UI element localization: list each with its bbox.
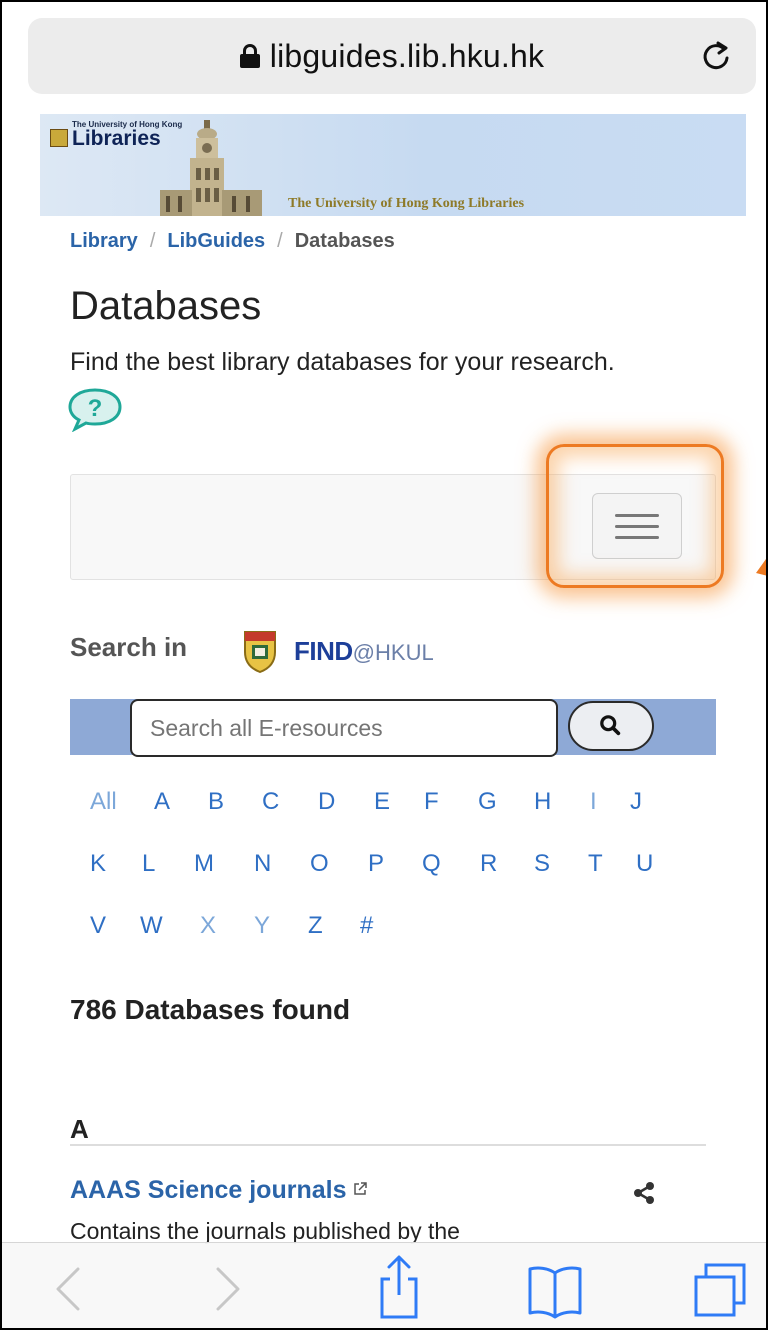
alpha-letter[interactable]: R	[480, 850, 497, 878]
alpha-letter: Y	[254, 912, 271, 939]
results-count: 786 Databases found	[70, 994, 351, 1025]
page-intro: Find the best library databases for your…	[70, 348, 615, 376]
crest-icon	[50, 129, 68, 147]
back-icon[interactable]	[24, 1243, 114, 1330]
alpha-all[interactable]: All	[90, 788, 117, 816]
breadcrumb: Library / LibGuides / Databases	[70, 230, 395, 253]
search-button[interactable]	[568, 701, 654, 751]
url-text: libguides.lib.hku.hk	[269, 38, 545, 74]
clock-tower-image	[160, 120, 262, 216]
alpha-letter[interactable]: D	[318, 788, 335, 816]
alpha-letter[interactable]: B	[208, 788, 224, 816]
database-link[interactable]: AAAS Science journals	[70, 1176, 368, 1205]
alpha-letter[interactable]: C	[262, 788, 279, 816]
tabs-icon[interactable]	[674, 1243, 764, 1330]
breadcrumb-separator: /	[149, 230, 156, 252]
alpha-letter[interactable]: T	[588, 850, 603, 878]
alpha-letter[interactable]: P	[368, 850, 384, 878]
breadcrumb-separator: /	[277, 230, 283, 252]
alpha-letter[interactable]: N	[254, 850, 271, 878]
section-letter-heading: A	[70, 1114, 89, 1144]
svg-text:?: ?	[88, 395, 103, 422]
alpha-letter[interactable]: G	[478, 788, 497, 816]
browser-toolbar	[2, 1242, 766, 1330]
forward-icon[interactable]	[182, 1243, 272, 1330]
page-title: Databases	[70, 284, 262, 328]
hku-crest-icon	[244, 631, 276, 674]
breadcrumb-libguides[interactable]: LibGuides	[167, 230, 265, 252]
alpha-letter[interactable]: K	[90, 850, 106, 878]
alpha-letter[interactable]: L	[142, 850, 155, 878]
alpha-letter[interactable]: M	[194, 850, 214, 878]
external-link-icon	[354, 1182, 368, 1195]
search-in-label: Search in	[70, 632, 188, 662]
search-input[interactable]	[130, 699, 558, 757]
alpha-letter: X	[200, 912, 217, 939]
alpha-letter[interactable]: H	[534, 788, 551, 816]
find-hkul-logo[interactable]: FIND@HKUL	[294, 636, 434, 667]
alpha-letter[interactable]: Q	[422, 850, 441, 878]
breadcrumb-library[interactable]: Library	[70, 230, 138, 252]
bookmarks-icon[interactable]	[510, 1243, 600, 1330]
alpha-letter[interactable]: V	[90, 912, 106, 940]
help-chat-icon[interactable]: ?	[66, 386, 124, 432]
search-icon	[600, 715, 621, 736]
alpha-letter[interactable]: #	[360, 912, 373, 940]
alpha-letter[interactable]: S	[534, 850, 550, 878]
alpha-letter[interactable]: W	[140, 912, 163, 940]
alpha-letter[interactable]: J	[630, 788, 642, 816]
annotation-arrow	[756, 559, 766, 576]
address-bar[interactable]: libguides.lib.hku.hk	[28, 18, 756, 94]
share-icon[interactable]	[630, 1178, 660, 1208]
phone-screen: libguides.lib.hku.hk The University of H…	[0, 0, 768, 1330]
alpha-letter[interactable]: U	[636, 850, 653, 878]
url-display[interactable]: libguides.lib.hku.hk	[28, 38, 756, 75]
lock-icon	[239, 44, 260, 68]
banner-caption: The University of Hong Kong Libraries	[288, 196, 525, 211]
reload-icon[interactable]	[696, 36, 736, 76]
alpha-letter[interactable]: E	[374, 788, 390, 816]
share-sheet-icon[interactable]	[354, 1243, 444, 1330]
library-banner[interactable]: The University of Hong Kong Libraries Th…	[40, 114, 746, 216]
section-divider	[70, 1144, 706, 1146]
menu-highlight-annotation	[546, 444, 724, 588]
database-description: Contains the journals published by the	[70, 1218, 460, 1244]
alpha-letter[interactable]: O	[310, 850, 329, 878]
alpha-letter[interactable]: F	[424, 788, 439, 816]
alpha-letter: I	[590, 788, 597, 815]
alpha-letter[interactable]: A	[154, 788, 170, 816]
alpha-letter[interactable]: Z	[308, 912, 323, 940]
breadcrumb-current: Databases	[294, 230, 395, 252]
